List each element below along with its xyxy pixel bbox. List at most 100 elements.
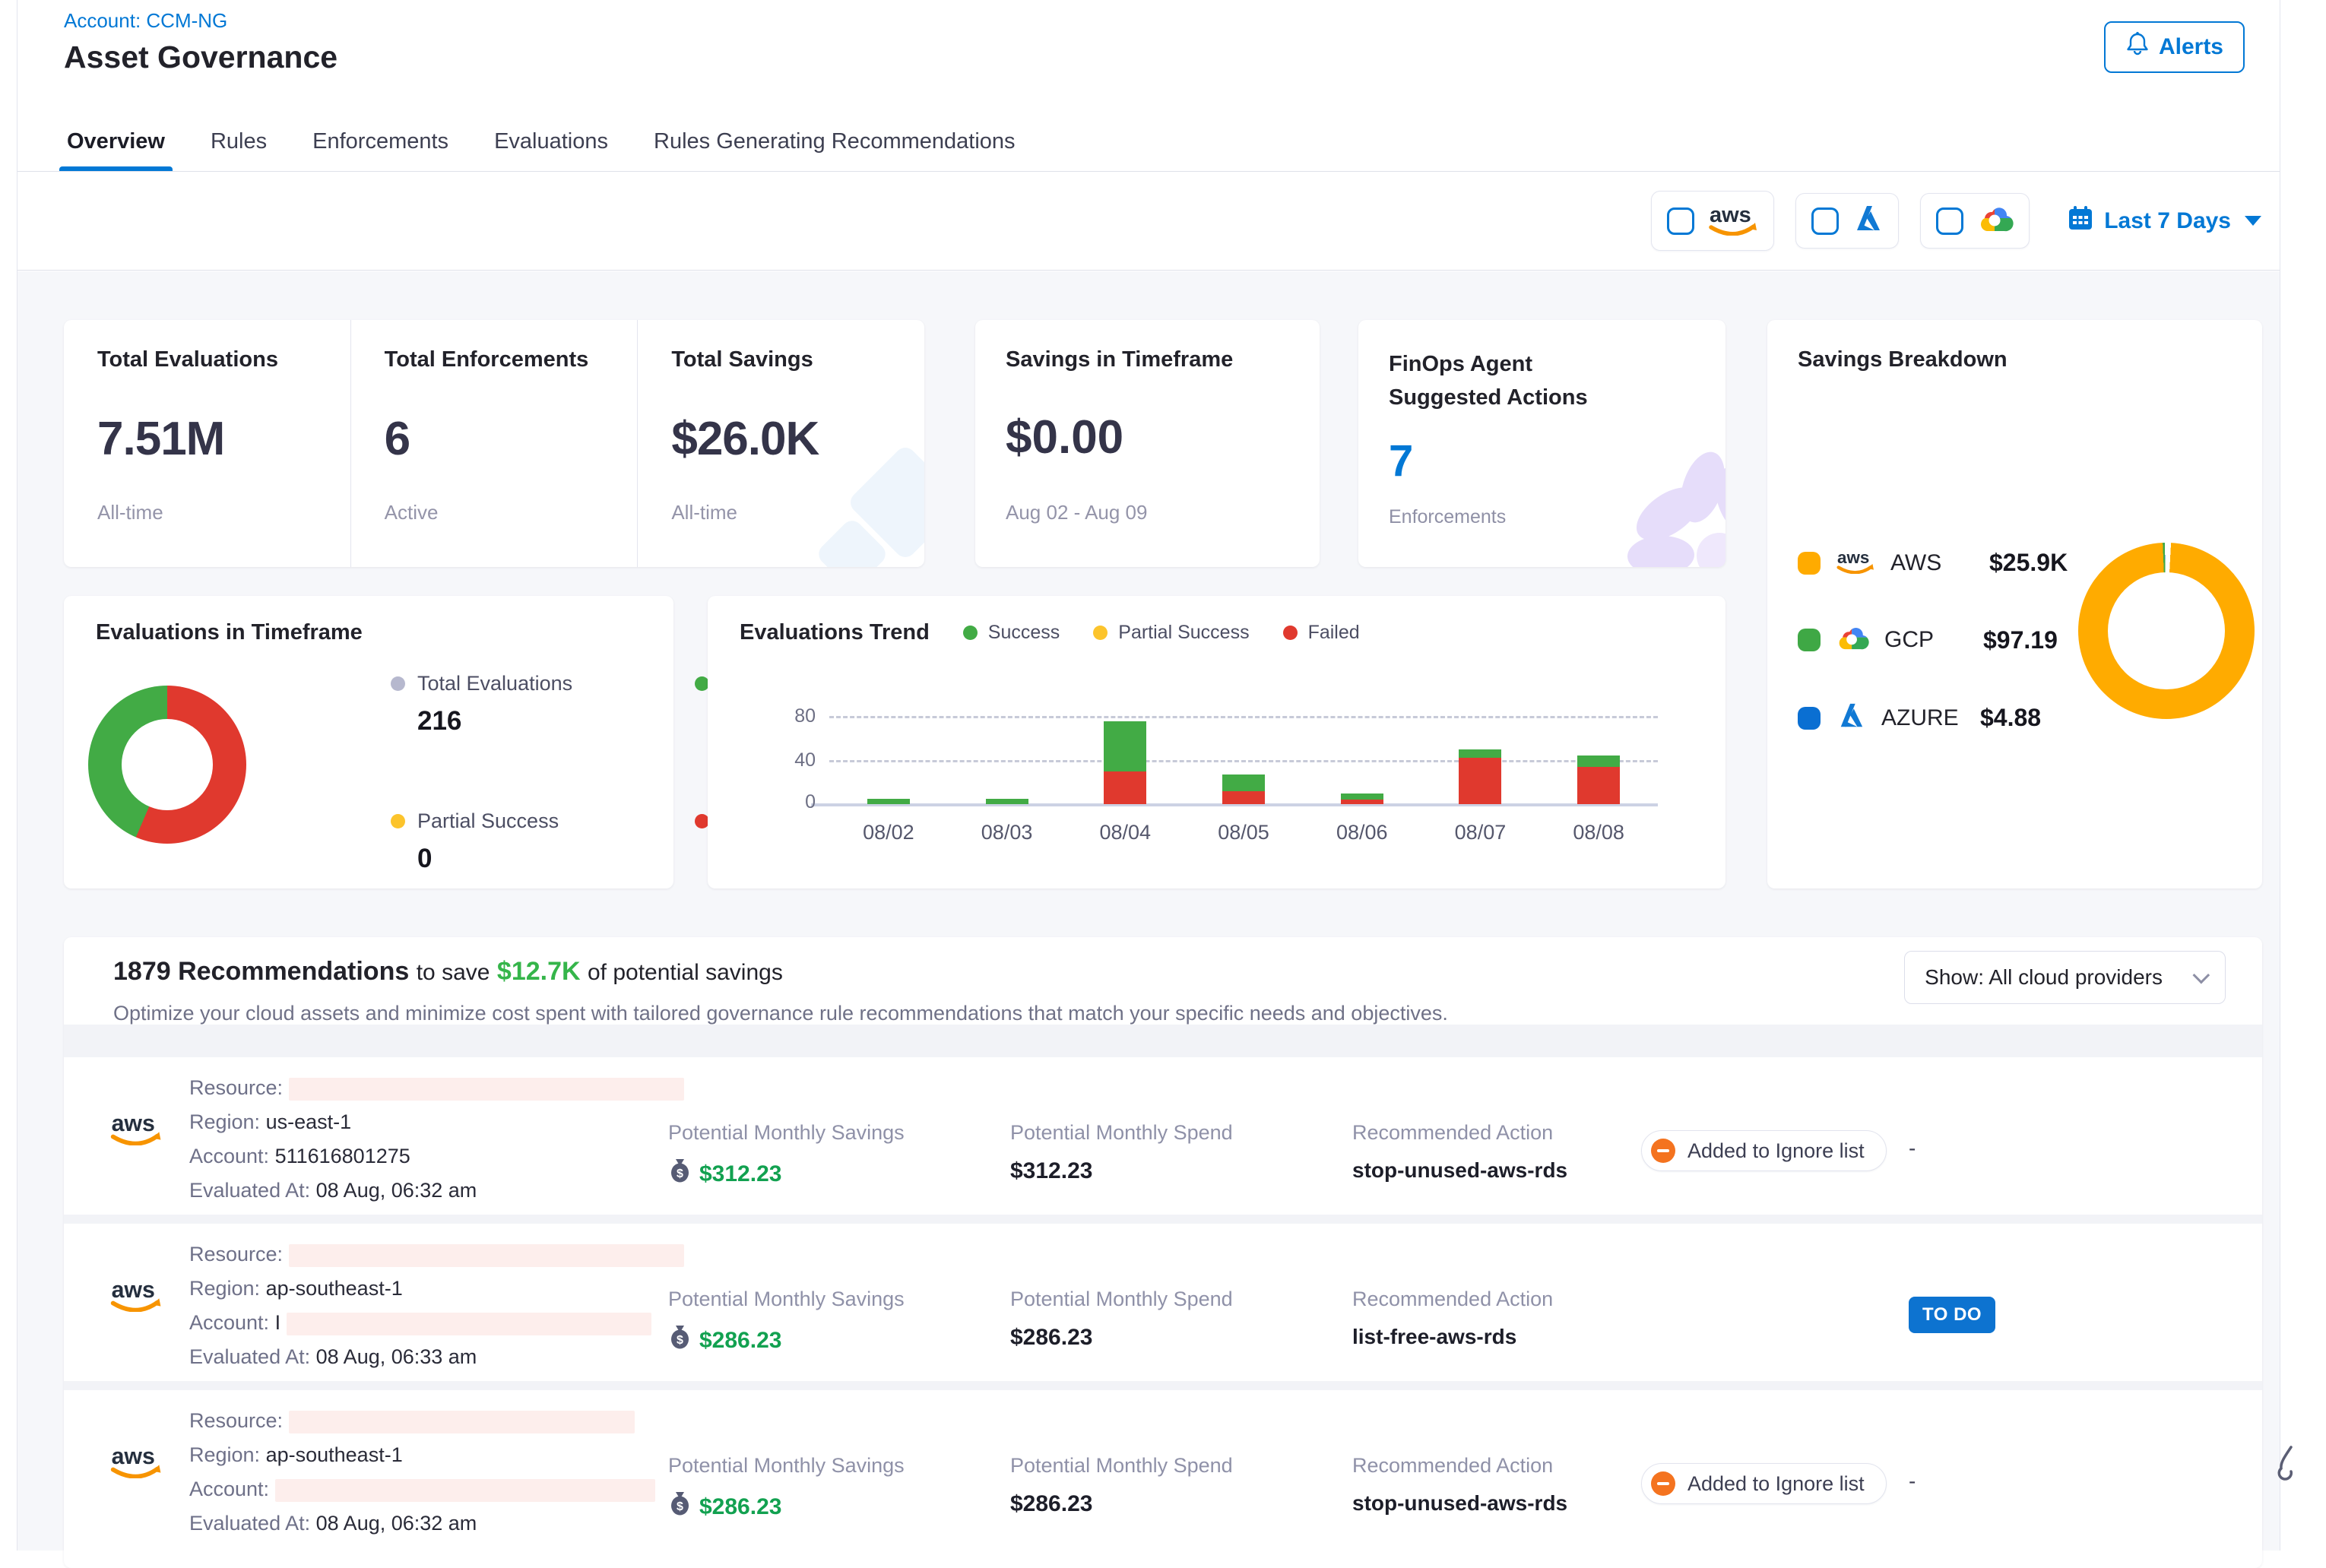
summary-stats-card: Total Evaluations 7.51M All-time Total E… xyxy=(64,320,924,567)
gcp-checkbox[interactable] xyxy=(1936,207,1963,235)
recommendations-section: 1879 Recommendations to save $12.7K of p… xyxy=(64,937,2262,1568)
total-dot xyxy=(391,676,405,691)
total-enforcements-stat: Total Enforcements 6 Active xyxy=(350,320,638,567)
calendar-icon xyxy=(2068,205,2093,237)
added-to-ignore-list-pill[interactable]: Added to Ignore list xyxy=(1641,1463,1887,1504)
trend-bar-08/08 xyxy=(1539,755,1658,804)
tab-enforcements[interactable]: Enforcements xyxy=(309,129,452,171)
app-content: Account: CCM-NG Asset Governance Alerts … xyxy=(17,0,2280,1551)
aws-checkbox[interactable] xyxy=(1667,207,1694,235)
redacted-value xyxy=(275,1479,655,1502)
account-line: Account: 511616801275 xyxy=(189,1139,668,1174)
savings-label: Potential Monthly Savings xyxy=(668,1288,1010,1311)
status-dash: - xyxy=(1909,1463,2262,1494)
legend-item-azure: AZURE $4.88 xyxy=(1798,702,2068,733)
total-evaluations-stat: Total Evaluations 7.51M All-time xyxy=(64,320,350,567)
tab-evaluations[interactable]: Evaluations xyxy=(491,129,611,171)
recommendation-row[interactable]: Resource: Region: ap-southeast-1 Account… xyxy=(64,1224,2262,1381)
stat-title: Total Savings xyxy=(671,347,924,372)
savings-column: Potential Monthly Savings $286.23 xyxy=(668,1237,1010,1381)
recommendation-row[interactable]: Resource: Region: ap-southeast-1 Account… xyxy=(64,1390,2262,1547)
tab-rules[interactable]: Rules xyxy=(208,129,270,171)
evaluated-line: Evaluated At: 08 Aug, 06:32 am xyxy=(189,1174,668,1208)
spend-column: Potential Monthly Spend $286.23 xyxy=(1010,1404,1352,1547)
card-title: FinOps Agent Suggested Actions xyxy=(1389,347,1640,414)
azure-checkbox[interactable] xyxy=(1811,207,1839,235)
status-dash: - xyxy=(1909,1130,2262,1161)
card-title: Evaluations Trend xyxy=(740,620,930,645)
x-axis-label: 08/05 xyxy=(1184,821,1303,844)
spend-value: $286.23 xyxy=(1010,1325,1352,1351)
potential-savings-amount: $12.7K xyxy=(497,957,581,986)
stat-title: Total Enforcements xyxy=(385,347,638,372)
legend-item-aws: AWS $25.9K xyxy=(1798,548,2068,578)
date-range-dropdown[interactable]: Last 7 Days xyxy=(2068,205,2261,237)
donut-hole xyxy=(2108,572,2225,689)
evaluations-in-timeframe-card: Evaluations in Timeframe Total Evaluatio… xyxy=(64,596,673,889)
resource-details: Resource: Region: ap-southeast-1 Account… xyxy=(189,1237,668,1381)
legend-label: Partial Success xyxy=(417,809,559,833)
date-range-label: Last 7 Days xyxy=(2104,208,2231,234)
dashboard-main: Total Evaluations 7.51M All-time Total E… xyxy=(17,271,2280,1551)
x-axis-label: 08/04 xyxy=(1066,821,1184,844)
region-line: Region: us-east-1 xyxy=(189,1105,668,1139)
partial-dot xyxy=(391,814,405,828)
redacted-value xyxy=(287,1313,651,1335)
row-divider xyxy=(64,1215,2262,1224)
aws-logo-icon xyxy=(109,1404,189,1547)
recommendation-row[interactable]: Resource: Region: us-east-1 Account: 511… xyxy=(64,1057,2262,1215)
spend-value: $286.23 xyxy=(1010,1491,1352,1517)
x-axis-label: 08/03 xyxy=(948,821,1066,844)
legend-item-gcp: GCP $97.19 xyxy=(1798,625,2068,655)
evaluated-line: Evaluated At: 08 Aug, 06:32 am xyxy=(189,1506,668,1541)
trend-x-axis-labels: 08/0208/0308/0408/0508/0608/0708/08 xyxy=(829,821,1658,844)
savings-breakdown-donut-chart xyxy=(2078,543,2255,719)
aws-logo-icon xyxy=(109,1237,189,1381)
provider-filter-aws[interactable] xyxy=(1651,191,1774,251)
resource-line: Resource: xyxy=(189,1071,668,1105)
spend-label: Potential Monthly Spend xyxy=(1010,1288,1352,1311)
trend-bar-08/02 xyxy=(829,799,948,804)
x-axis-label: 08/07 xyxy=(1421,821,1540,844)
tab-overview[interactable]: Overview xyxy=(64,129,168,171)
savings-value: $286.23 xyxy=(699,1494,781,1520)
cloud-provider-filter-dropdown[interactable]: Show: All cloud providers xyxy=(1904,951,2226,1004)
x-axis-label: 08/02 xyxy=(829,821,948,844)
status-column: Added to Ignore list - xyxy=(1641,1071,2262,1215)
title-suffix-text: of potential savings xyxy=(588,960,783,985)
savings-breakdown-card: Savings Breakdown AWS $25.9K GCP $97.19 xyxy=(1767,320,2262,889)
provider-filter-azure[interactable] xyxy=(1795,193,1899,249)
aws-logo-icon xyxy=(109,1071,189,1215)
redacted-value xyxy=(289,1411,635,1433)
stat-title: Total Evaluations xyxy=(97,347,350,372)
chevron-down-icon xyxy=(2245,216,2261,226)
added-to-ignore-list-pill[interactable]: Added to Ignore list xyxy=(1641,1130,1887,1171)
legend-provider-amount: $25.9K xyxy=(1989,549,2068,577)
provider-filter-gcp[interactable] xyxy=(1920,193,2030,249)
pencil-icon xyxy=(2276,1446,2299,1486)
gcp-logo-icon xyxy=(1977,204,2014,237)
trend-bar-08/03 xyxy=(948,799,1066,804)
trend-bar-chart: 80 40 0 xyxy=(829,716,1658,804)
savings-value: $286.23 xyxy=(699,1328,781,1354)
spend-column: Potential Monthly Spend $286.23 xyxy=(1010,1237,1352,1381)
resource-details: Resource: Region: ap-southeast-1 Account… xyxy=(189,1404,668,1547)
alerts-button[interactable]: Alerts xyxy=(2104,21,2245,73)
evaluated-line: Evaluated At: 08 Aug, 06:33 am xyxy=(189,1340,668,1374)
resource-line: Resource: xyxy=(189,1404,668,1438)
azure-color-swatch xyxy=(1798,707,1821,730)
alerts-button-label: Alerts xyxy=(2159,34,2223,60)
status-column: TO DO xyxy=(1641,1237,2262,1381)
trend-bar-08/06 xyxy=(1303,794,1421,804)
todo-status-badge[interactable]: TO DO xyxy=(1909,1297,1995,1333)
account-line: Account: xyxy=(189,1472,668,1506)
asset-governance-page: Account: CCM-NG Asset Governance Alerts … xyxy=(0,0,2326,1551)
savings-timeframe-value: $0.00 xyxy=(1006,410,1320,464)
tab-rules-generating-recommendations[interactable]: Rules Generating Recommendations xyxy=(651,129,1019,171)
spend-label: Potential Monthly Spend xyxy=(1010,1121,1352,1145)
donut-hole xyxy=(122,719,213,810)
total-savings-stat: Total Savings $26.0K All-time xyxy=(637,320,924,567)
account-breadcrumb-link[interactable]: Account: CCM-NG xyxy=(64,9,227,33)
trend-bar-08/07 xyxy=(1421,749,1540,804)
title-mid-text: to save xyxy=(417,960,490,985)
